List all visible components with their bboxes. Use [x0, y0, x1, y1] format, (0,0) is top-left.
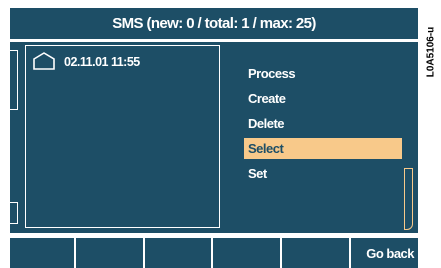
header-title-bar: SMS (new: 0 / total: 1 / max: 25)	[10, 8, 418, 39]
scrollbar-track[interactable]	[404, 168, 413, 230]
softkey-2[interactable]	[75, 238, 143, 268]
menu-scrollbar[interactable]	[404, 168, 415, 234]
menu-item-create[interactable]: Create	[244, 88, 402, 109]
softkey-4[interactable]	[213, 238, 281, 268]
rail-segment-top	[10, 50, 18, 110]
rail-segment-bottom	[10, 202, 18, 224]
menu-item-set[interactable]: Set	[244, 163, 402, 184]
message-datetime: 02.11.01 11:55	[64, 55, 140, 69]
document-id-label: L0A5106-u	[423, 12, 439, 92]
go-back-button[interactable]: Go back	[351, 238, 419, 268]
envelope-icon	[33, 52, 55, 70]
softkey-bar: Go back	[10, 238, 419, 268]
softkey-1[interactable]	[10, 238, 74, 268]
page-title: SMS (new: 0 / total: 1 / max: 25)	[112, 15, 316, 32]
menu-item-delete[interactable]: Delete	[244, 113, 402, 134]
document-id: L0A5106-u	[425, 26, 437, 78]
left-rail	[10, 42, 21, 233]
message-list	[25, 45, 220, 228]
softkey-5[interactable]	[282, 238, 350, 268]
menu-item-select[interactable]: Select	[244, 138, 402, 159]
softkey-3[interactable]	[144, 238, 212, 268]
device-screen: SMS (new: 0 / total: 1 / max: 25) 02.11.…	[0, 0, 419, 268]
menu-item-process[interactable]: Process	[244, 63, 402, 84]
